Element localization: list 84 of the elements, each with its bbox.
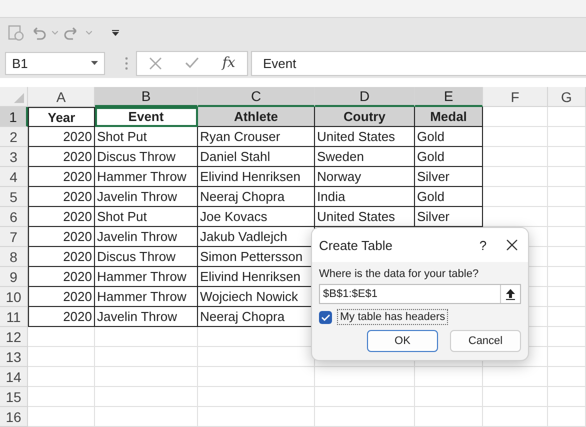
table-cell: 2020 xyxy=(28,187,95,207)
column-heading-cell: Coutry xyxy=(315,107,415,127)
table-cell: Hammer Throw xyxy=(95,267,198,287)
column-heading-cell: Medal xyxy=(415,107,483,127)
table-cell: 2020 xyxy=(28,207,95,227)
table-cell: Joe Kovacs xyxy=(198,207,315,227)
table-cell: United States xyxy=(315,127,415,147)
column-heading-cell: Event xyxy=(95,107,198,127)
range-prompt: Where is the data for your table? xyxy=(319,268,480,280)
column-header[interactable]: G xyxy=(548,87,586,107)
table-cell: Silver xyxy=(415,167,483,187)
insert-function-button[interactable]: fx xyxy=(222,55,236,71)
table-cell: 2020 xyxy=(28,287,95,307)
table-cell: Javelin Throw xyxy=(95,187,198,207)
close-icon[interactable] xyxy=(506,239,518,251)
row-header[interactable]: 8 xyxy=(0,247,28,267)
more-options-icon[interactable] xyxy=(125,56,128,70)
table-cell: India xyxy=(315,187,415,207)
table-cell: Gold xyxy=(415,187,483,207)
row-header[interactable]: 12 xyxy=(0,327,28,347)
table-cell: Javelin Throw xyxy=(95,227,198,247)
table-cell: 2020 xyxy=(28,167,95,187)
row-header[interactable]: 5 xyxy=(0,187,28,207)
row-header[interactable]: 1 xyxy=(0,107,28,127)
cancel-icon[interactable] xyxy=(148,56,162,70)
table-cell: Ryan Crouser xyxy=(198,127,315,147)
refresh-sheet-icon[interactable] xyxy=(8,25,24,41)
collapse-dialog-icon[interactable] xyxy=(506,288,515,300)
column-header[interactable]: C xyxy=(198,87,315,107)
table-cell: 2020 xyxy=(28,247,95,267)
table-cell: Shot Put xyxy=(95,207,198,227)
checkmark-icon[interactable] xyxy=(184,57,199,69)
column-header[interactable]: A xyxy=(28,87,95,107)
table-cell: 2020 xyxy=(28,147,95,167)
help-button[interactable]: ? xyxy=(460,238,506,252)
table-cell: Discus Throw xyxy=(95,247,198,267)
customize-toolbar-icon[interactable] xyxy=(112,30,119,36)
column-heading-cell: Athlete xyxy=(198,107,315,127)
column-header[interactable]: F xyxy=(483,87,548,107)
table-cell: Hammer Throw xyxy=(95,287,198,307)
table-cell: Gold xyxy=(415,147,483,167)
table-cell: Daniel Stahl xyxy=(198,147,315,167)
cancel-button[interactable]: Cancel xyxy=(450,330,521,352)
row-header[interactable]: 13 xyxy=(0,347,28,367)
checkmark-icon xyxy=(321,314,330,320)
row-header[interactable]: 9 xyxy=(0,267,28,287)
table-cell: 2020 xyxy=(28,267,95,287)
table-cell: 2020 xyxy=(28,307,95,327)
table-cell: Discus Throw xyxy=(95,147,198,167)
table-cell: Elivind Henriksen xyxy=(198,167,315,187)
row-header[interactable]: 11 xyxy=(0,307,28,327)
row-header[interactable]: 7 xyxy=(0,227,28,247)
column-header[interactable]: E xyxy=(415,87,483,107)
table-cell: Gold xyxy=(415,127,483,147)
triangle-icon xyxy=(14,93,24,103)
select-all-corner[interactable] xyxy=(0,87,28,107)
table-cell: Shot Put xyxy=(95,127,198,147)
ok-button[interactable]: OK xyxy=(367,330,438,352)
table-cell: Sweden xyxy=(315,147,415,167)
row-header[interactable]: 4 xyxy=(0,167,28,187)
formula-input-field[interactable]: Event xyxy=(251,50,586,76)
table-cell: Hammer Throw xyxy=(95,167,198,187)
table-cell: 2020 xyxy=(28,227,95,247)
row-header[interactable]: 16 xyxy=(0,407,28,427)
table-cell: Javelin Throw xyxy=(95,307,198,327)
checkbox-label[interactable]: My table has headers xyxy=(337,309,448,325)
dialog-title: Create Table xyxy=(319,238,394,252)
column-header[interactable]: B xyxy=(95,87,198,107)
row-header[interactable]: 2 xyxy=(0,127,28,147)
name-box[interactable]: B1 xyxy=(5,52,105,74)
row-header[interactable]: 3 xyxy=(0,147,28,167)
caret-icon[interactable] xyxy=(91,61,98,65)
table-cell: Neeraj Chopra xyxy=(198,187,315,207)
name-box-value: B1 xyxy=(12,56,28,70)
range-input-field[interactable]: $B$1:$E$1 xyxy=(319,284,521,304)
row-header[interactable]: 6 xyxy=(0,207,28,227)
row-header[interactable]: 14 xyxy=(0,367,28,387)
table-cell: 2020 xyxy=(28,127,95,147)
row-header[interactable]: 15 xyxy=(0,387,28,407)
column-heading-cell: Year xyxy=(28,107,95,127)
column-header[interactable]: D xyxy=(315,87,415,107)
table-cell: Norway xyxy=(315,167,415,187)
row-header[interactable]: 10 xyxy=(0,287,28,307)
headers-checkbox[interactable] xyxy=(319,310,332,324)
